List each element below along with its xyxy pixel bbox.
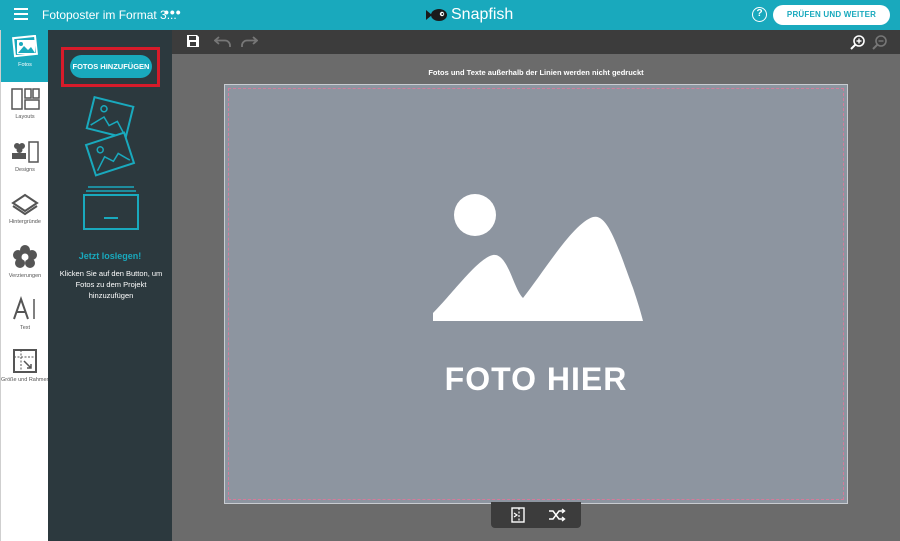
sidebar-item-label: Hintergründe [9, 219, 41, 225]
fish-logo-icon [426, 9, 447, 21]
sidebar-item-backgrounds[interactable]: Hintergründe [1, 192, 49, 236]
instruction-text: Klicken Sie auf den Button, um Fotos zu … [59, 269, 163, 300]
redo-icon[interactable] [240, 34, 258, 48]
sidebar-item-embellishments[interactable]: Verzierungen [1, 244, 49, 288]
zoom-out-icon[interactable] [872, 34, 888, 50]
backgrounds-icon [11, 193, 39, 216]
sidebar-item-layouts[interactable]: Layouts [1, 87, 49, 131]
sidebar-item-text[interactable]: Text [1, 296, 49, 340]
sidebar-item-designs[interactable]: Designs [1, 140, 49, 184]
document-title[interactable]: Fotoposter im Format 3... [42, 8, 177, 22]
help-icon[interactable]: ? [752, 7, 767, 22]
tool-sidebar: Fotos Layouts Designs Hintergründe Verzi… [0, 30, 50, 541]
fit-image-icon[interactable] [510, 507, 526, 523]
editor-toolbar [172, 30, 900, 54]
text-icon [13, 296, 35, 320]
drawer-icon [83, 186, 139, 230]
sidebar-item-label: Größe und Rahmen [1, 377, 50, 383]
hamburger-menu-icon[interactable] [14, 8, 28, 20]
sidebar-item-label: Designs [15, 167, 35, 173]
get-started-heading: Jetzt loslegen! [78, 251, 142, 261]
photos-illustration-icon [84, 96, 136, 177]
logo-text: Snapfish [451, 6, 514, 23]
top-header: Fotoposter im Format 3... ••• Snapfish ?… [0, 0, 900, 30]
shuffle-icon[interactable] [548, 507, 566, 523]
sidebar-item-photos[interactable]: Fotos [1, 30, 49, 82]
print-area-notice: Fotos und Texte außerhalb der Linien wer… [428, 68, 644, 77]
sidebar-item-label: Text [19, 325, 31, 331]
photos-icon [12, 35, 38, 58]
layouts-icon [11, 88, 40, 110]
more-options-icon[interactable]: ••• [164, 4, 182, 20]
sidebar-item-label: Verzierungen [8, 273, 42, 279]
undo-icon[interactable] [214, 34, 232, 48]
add-photos-button[interactable]: FOTOS HINZUFÜGEN [70, 55, 152, 78]
embellishments-icon [13, 245, 37, 268]
photo-here-label: FOTO HIER [444, 361, 628, 397]
review-and-continue-button[interactable]: PRÜFEN UND WEITER [773, 5, 890, 25]
sidebar-item-label: Layouts [15, 114, 35, 120]
zoom-in-icon[interactable] [850, 34, 866, 50]
sidebar-item-label: Fotos [18, 62, 32, 68]
photo-drop-area[interactable]: FOTO HIER [224, 84, 848, 504]
sidebar-item-size-and-frame[interactable]: Größe und Rahmen [1, 348, 50, 394]
size-frame-icon [13, 349, 37, 373]
save-icon[interactable] [186, 34, 200, 48]
designs-icon [12, 141, 39, 163]
image-placeholder-icon [433, 194, 643, 321]
snapfish-logo: Snapfish [426, 4, 513, 26]
canvas-actions-bar [491, 502, 581, 528]
